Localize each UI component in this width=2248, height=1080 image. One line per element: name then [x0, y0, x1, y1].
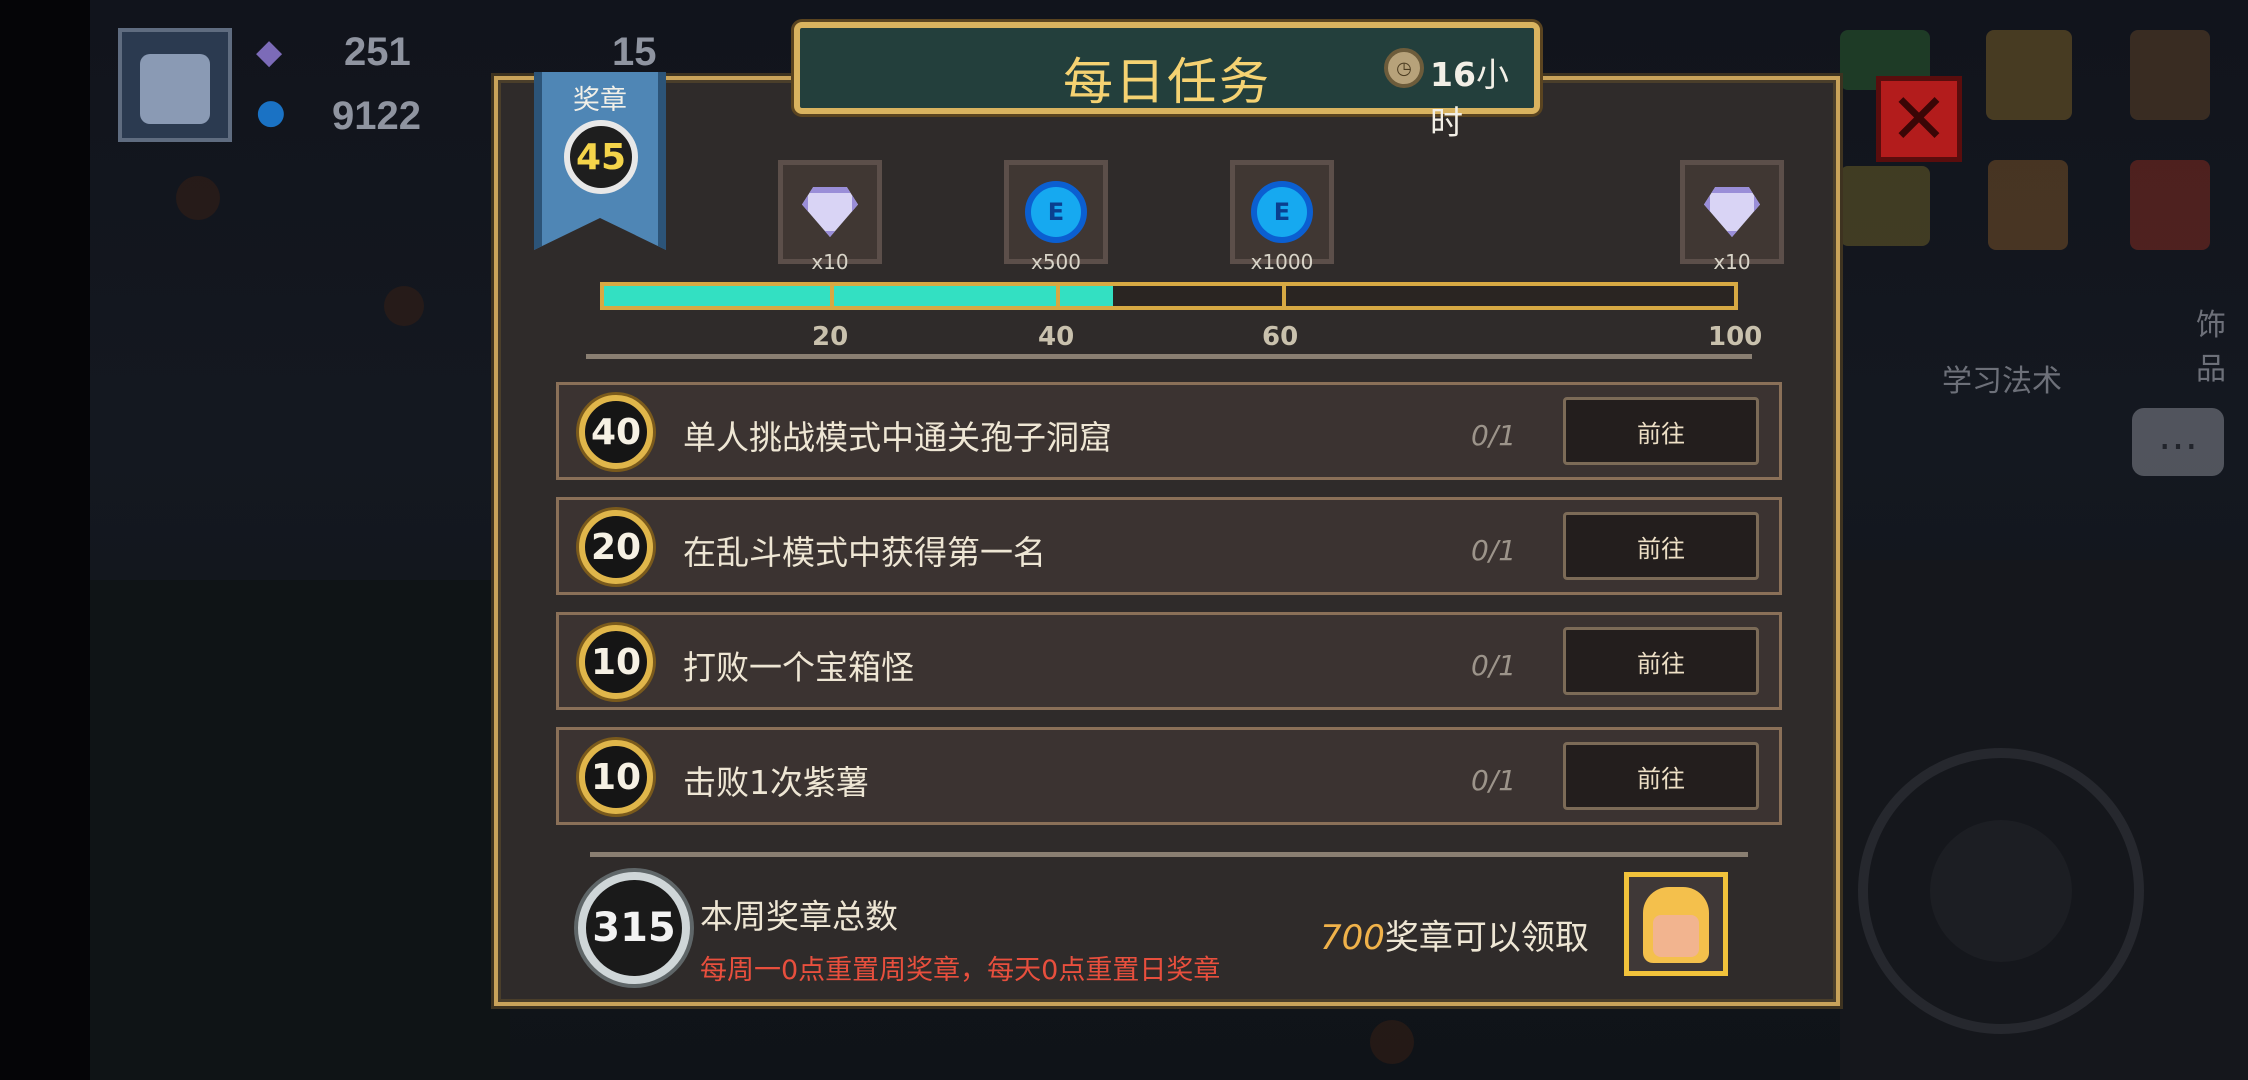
reward-qty: x10 — [811, 250, 849, 274]
weekly-medals-title: 本周奖章总数 — [700, 897, 898, 936]
accessory-label[interactable]: 饰品 — [2196, 300, 2248, 388]
coins-count: 9122 — [332, 94, 421, 138]
tick-label: 60 — [1262, 322, 1299, 352]
task-progress: 0/1 — [1471, 649, 1517, 682]
reward-box-100[interactable] — [1680, 160, 1784, 264]
book-icon[interactable] — [2130, 30, 2210, 120]
timer-hours: 16 — [1430, 55, 1476, 94]
weekly-medals-badge: 315 — [578, 872, 690, 984]
task-medal-badge: 40 — [579, 395, 653, 469]
portrait-face — [1653, 915, 1699, 957]
joystick-knob[interactable] — [1930, 820, 2072, 962]
progress-tick — [830, 282, 834, 310]
tick-label: 100 — [1708, 322, 1763, 352]
chat-icon[interactable]: … — [2132, 408, 2224, 476]
reward-qty: x10 — [1713, 250, 1751, 274]
reward-character-portrait[interactable] — [1624, 872, 1728, 976]
clock-icon: ◷ — [1384, 48, 1424, 88]
gift-icon[interactable] — [2130, 160, 2210, 250]
reward-box-20[interactable] — [778, 160, 882, 264]
reward-qty: x1000 — [1250, 250, 1314, 274]
background-torch — [384, 286, 424, 326]
left-black-bar — [0, 0, 90, 1080]
task-description: 击败1次紫薯 — [683, 763, 869, 802]
task-progress: 0/1 — [1471, 419, 1517, 452]
task-row: 20 在乱斗模式中获得第一名 0/1 前往 — [556, 497, 1782, 595]
task-medal-badge: 10 — [579, 625, 653, 699]
title-banner: 每日任务 ◷ 16小时 — [794, 22, 1540, 142]
background-torch — [1370, 1020, 1414, 1064]
chest-icon[interactable] — [1986, 30, 2072, 120]
diamond-icon — [802, 187, 858, 237]
close-button[interactable]: ✕ — [1876, 76, 1962, 162]
go-button[interactable]: 前往 — [1563, 627, 1759, 695]
task-description: 打败一个宝箱怪 — [683, 648, 914, 687]
go-button[interactable]: 前往 — [1563, 512, 1759, 580]
coin-icon: ● — [256, 92, 286, 132]
tent-icon[interactable] — [1840, 166, 1930, 246]
go-button[interactable]: 前往 — [1563, 742, 1759, 810]
ribbon-label: 奖章 — [573, 85, 627, 116]
gem-icon: ◆ — [256, 32, 283, 72]
task-progress: 0/1 — [1471, 534, 1517, 567]
background-floor — [90, 580, 510, 1080]
task-medal-badge: 10 — [579, 740, 653, 814]
go-button[interactable]: 前往 — [1563, 397, 1759, 465]
divider — [590, 852, 1748, 857]
progress-tick — [1282, 282, 1286, 310]
character-icon[interactable] — [1988, 160, 2068, 250]
reward-qty: x500 — [1030, 250, 1081, 274]
progress-fill — [604, 286, 1113, 306]
medal-progress-bar — [600, 282, 1738, 310]
tick-label: 40 — [1038, 322, 1075, 352]
claim-label: 奖章可以领取 — [1384, 918, 1589, 958]
diamond-icon — [1704, 187, 1760, 237]
blue-coin-icon: E — [1025, 181, 1087, 243]
player-avatar[interactable] — [118, 28, 232, 142]
gems-count: 251 — [344, 30, 411, 74]
reset-note: 每周一0点重置周奖章，每天0点重置日奖章 — [700, 955, 1221, 986]
keys-count: 15 — [612, 30, 657, 74]
current-medals-badge: 45 — [564, 120, 638, 194]
reward-box-40[interactable]: E — [1004, 160, 1108, 264]
learn-spell-label[interactable]: 学习法术 — [1942, 356, 2062, 400]
task-medal-badge: 20 — [579, 510, 653, 584]
task-row: 10 打败一个宝箱怪 0/1 前往 — [556, 612, 1782, 710]
progress-tick — [1056, 282, 1060, 310]
background-torch — [176, 176, 220, 220]
task-description: 在乱斗模式中获得第一名 — [683, 533, 1046, 572]
divider — [586, 354, 1752, 359]
task-row: 40 单人挑战模式中通关孢子洞窟 0/1 前往 — [556, 382, 1782, 480]
task-progress: 0/1 — [1471, 764, 1517, 797]
reset-timer: 16小时 — [1430, 48, 1534, 144]
claim-amount: 700 — [1320, 918, 1385, 958]
tick-label: 20 — [812, 322, 849, 352]
claim-info: 700奖章可以领取 — [1320, 910, 1589, 959]
task-description: 单人挑战模式中通关孢子洞窟 — [683, 418, 1112, 457]
blue-coin-icon: E — [1251, 181, 1313, 243]
reward-box-60[interactable]: E — [1230, 160, 1334, 264]
task-row: 10 击败1次紫薯 0/1 前往 — [556, 727, 1782, 825]
dialog-title: 每日任务 — [1063, 53, 1271, 111]
